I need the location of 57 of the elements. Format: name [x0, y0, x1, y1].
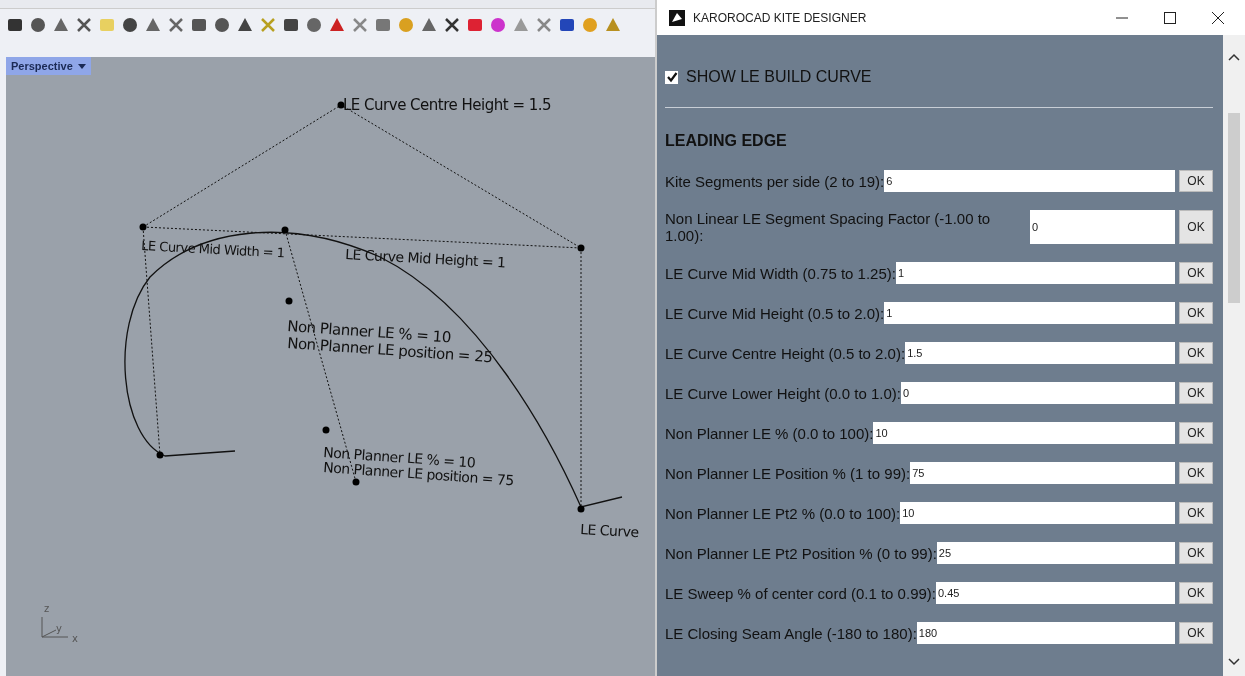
ok-button[interactable]: OK — [1179, 302, 1213, 324]
dimension-label: LE Curve Mid Width = 1 — [140, 238, 285, 261]
ok-button[interactable]: OK — [1179, 382, 1213, 404]
input-field[interactable]: 75 — [910, 462, 1175, 484]
input-field[interactable]: 6 — [884, 170, 1175, 192]
field-label: LE Curve Lower Height (0.0 to 1.0): — [665, 384, 901, 402]
viewport-tab[interactable]: Perspective — [6, 57, 91, 75]
input-field[interactable]: 10 — [873, 422, 1175, 444]
scrollbar-thumb[interactable] — [1228, 113, 1240, 303]
ok-button[interactable]: OK — [1179, 342, 1213, 364]
field-label: LE Curve Mid Width (0.75 to 1.25): — [665, 264, 896, 282]
field-label: Non Planner LE Pt2 Position % (0 to 99): — [665, 544, 937, 562]
ok-button[interactable]: OK — [1179, 170, 1213, 192]
dimension-label: LE Curve Centre Height = 1.5 — [343, 96, 552, 114]
ok-button[interactable]: OK — [1179, 582, 1213, 604]
input-field[interactable]: 0.45 — [936, 582, 1175, 604]
axis-icon — [41, 616, 69, 638]
field-label: LE Closing Seam Angle (-180 to 180): — [665, 624, 917, 642]
ok-button[interactable]: OK — [1179, 462, 1213, 484]
dimension-label: LE Curve — [579, 521, 639, 541]
field-label: Non Planner LE % (0.0 to 100): — [665, 424, 874, 442]
maximize-icon[interactable] — [1163, 10, 1177, 25]
field-label: LE Curve Mid Height (0.5 to 2.0): — [665, 304, 885, 322]
ok-button[interactable]: OK — [1179, 502, 1213, 524]
field-label: Kite Segments per side (2 to 19): — [665, 172, 885, 190]
input-field[interactable]: 1 — [884, 302, 1175, 324]
ok-button[interactable]: OK — [1179, 422, 1213, 444]
field-label: Non Planner LE Position % (1 to 99): — [665, 464, 911, 482]
field-label: Non Planner LE Pt2 % (0.0 to 100): — [665, 504, 901, 522]
section-heading: LEADING EDGE — [665, 132, 788, 151]
scrollbar[interactable] — [1223, 35, 1245, 676]
input-field[interactable]: 0 — [1030, 210, 1175, 244]
field-label: Non Linear LE Segment Spacing Factor (-1.00 to 1.00): — [665, 210, 992, 244]
input-field[interactable]: 25 — [936, 542, 1175, 564]
field-label: LE Sweep % of center cord (0.1 to 0.99): — [665, 584, 936, 602]
ok-button[interactable]: OK — [1179, 210, 1213, 244]
axis-label: z — [44, 603, 50, 614]
ok-button[interactable]: OK — [1179, 262, 1213, 284]
checkbox-label: SHOW LE BUILD CURVE — [686, 68, 872, 86]
input-field[interactable]: 180 — [916, 622, 1175, 644]
close-icon[interactable] — [1211, 10, 1225, 25]
axis-label: y — [56, 623, 62, 634]
input-field[interactable]: 10 — [900, 502, 1175, 524]
kite-logo-icon — [669, 9, 685, 26]
input-field[interactable]: 1 — [895, 262, 1175, 284]
input-field[interactable]: 0 — [900, 382, 1175, 404]
ok-button[interactable]: OK — [1179, 542, 1213, 564]
ok-button[interactable]: OK — [1179, 622, 1213, 644]
field-label: LE Curve Centre Height (0.5 to 2.0): — [665, 344, 906, 362]
scroll-down-icon[interactable] — [1228, 658, 1240, 666]
window-title: KAROROCAD KITE DESIGNER — [693, 10, 867, 25]
checkbox[interactable] — [665, 70, 678, 84]
axis-label: x — [72, 633, 78, 644]
caret-icon[interactable] — [77, 63, 86, 69]
input-field[interactable]: 1.5 — [905, 342, 1175, 364]
scroll-up-icon[interactable] — [1228, 53, 1240, 61]
dimension-label: LE Curve Mid Height = 1 — [344, 246, 506, 271]
